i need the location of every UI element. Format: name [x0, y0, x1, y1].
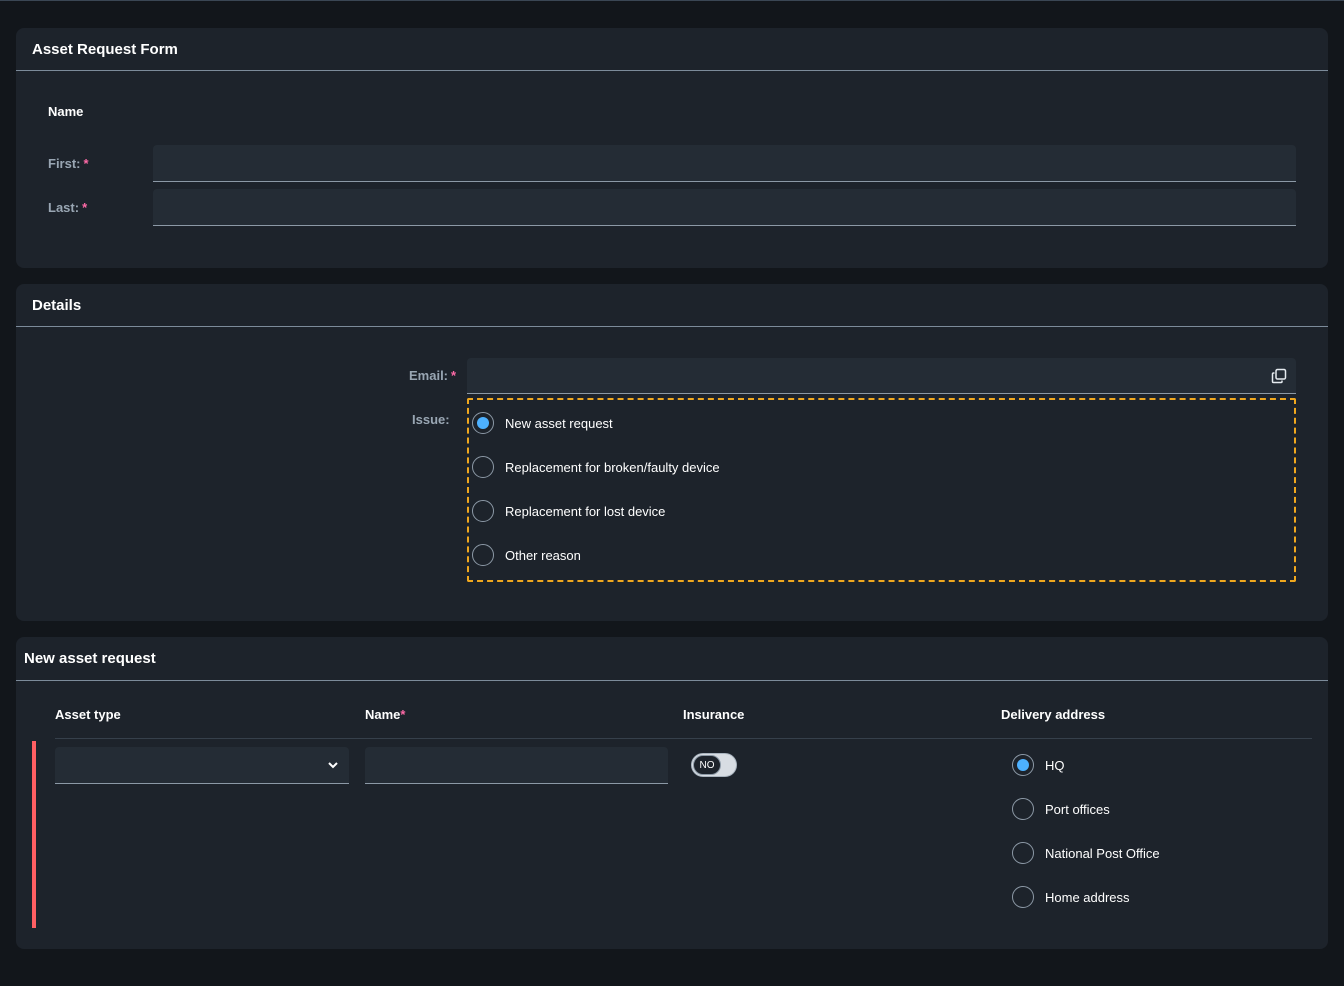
column-header-name: Name* — [365, 707, 405, 722]
required-mark: * — [451, 368, 457, 383]
name-group-title: Name — [48, 104, 84, 119]
radio-button[interactable] — [472, 544, 494, 566]
column-header-delivery: Delivery address — [1001, 707, 1106, 722]
email-input[interactable] — [467, 358, 1296, 394]
email-label-text: Email: — [409, 368, 449, 383]
insurance-toggle-state: NO — [693, 755, 721, 775]
required-mark: * — [82, 200, 88, 215]
asset-type-select[interactable] — [55, 747, 349, 784]
issue-option-label: Replacement for broken/faulty device — [505, 459, 720, 475]
asset-request-form-panel: Asset Request Form Name First: * Last: * — [16, 28, 1328, 268]
required-mark: * — [83, 156, 89, 171]
last-name-label-text: Last: — [48, 200, 80, 215]
column-header-name-text: Name — [365, 707, 401, 722]
copy-icon[interactable] — [1271, 368, 1287, 384]
delivery-option-label: HQ — [1045, 757, 1065, 773]
last-name-input[interactable] — [153, 189, 1296, 226]
chevron-down-icon — [328, 762, 338, 769]
delivery-option-home-address[interactable]: Home address — [1012, 886, 1130, 908]
delivery-option-label: National Post Office — [1045, 845, 1160, 861]
issue-option-broken-device[interactable]: Replacement for broken/faulty device — [472, 456, 720, 478]
details-panel: Details Email: * Issue: New asset reques… — [16, 284, 1328, 621]
email-label: Email: * — [409, 368, 456, 383]
last-name-label: Last: * — [48, 200, 87, 215]
radio-button[interactable] — [472, 500, 494, 522]
radio-button[interactable] — [1012, 886, 1034, 908]
first-name-label-text: First: — [48, 156, 81, 171]
form-title: Asset Request Form — [16, 28, 1328, 71]
delivery-option-label: Home address — [1045, 889, 1130, 905]
delivery-option-national-post-office[interactable]: National Post Office — [1012, 842, 1160, 864]
table-header-divider — [55, 738, 1312, 739]
radio-button[interactable] — [1012, 798, 1034, 820]
delivery-option-port-offices[interactable]: Port offices — [1012, 798, 1110, 820]
new-asset-title: New asset request — [16, 637, 1328, 681]
first-name-input[interactable] — [153, 145, 1296, 182]
radio-button[interactable] — [472, 412, 494, 434]
insurance-toggle[interactable]: NO — [691, 753, 737, 777]
asset-name-input[interactable] — [365, 747, 668, 784]
radio-button[interactable] — [1012, 754, 1034, 776]
column-header-asset-type: Asset type — [55, 707, 121, 722]
radio-button[interactable] — [1012, 842, 1034, 864]
new-asset-request-panel: New asset request Asset type Name* Insur… — [16, 637, 1328, 949]
issue-option-lost-device[interactable]: Replacement for lost device — [472, 500, 665, 522]
first-name-label: First: * — [48, 156, 89, 171]
issue-option-label: Other reason — [505, 547, 581, 563]
radio-button[interactable] — [472, 456, 494, 478]
column-header-insurance: Insurance — [683, 707, 745, 722]
issue-option-other[interactable]: Other reason — [472, 544, 581, 566]
issue-option-new-asset[interactable]: New asset request — [472, 412, 613, 434]
required-mark: * — [400, 707, 406, 722]
issue-label: Issue: — [412, 412, 450, 427]
delivery-option-hq[interactable]: HQ — [1012, 754, 1065, 776]
delivery-option-label: Port offices — [1045, 801, 1110, 817]
row-error-indicator — [32, 741, 36, 928]
issue-option-label: New asset request — [505, 415, 613, 431]
details-title: Details — [16, 284, 1328, 327]
issue-option-label: Replacement for lost device — [505, 503, 666, 519]
